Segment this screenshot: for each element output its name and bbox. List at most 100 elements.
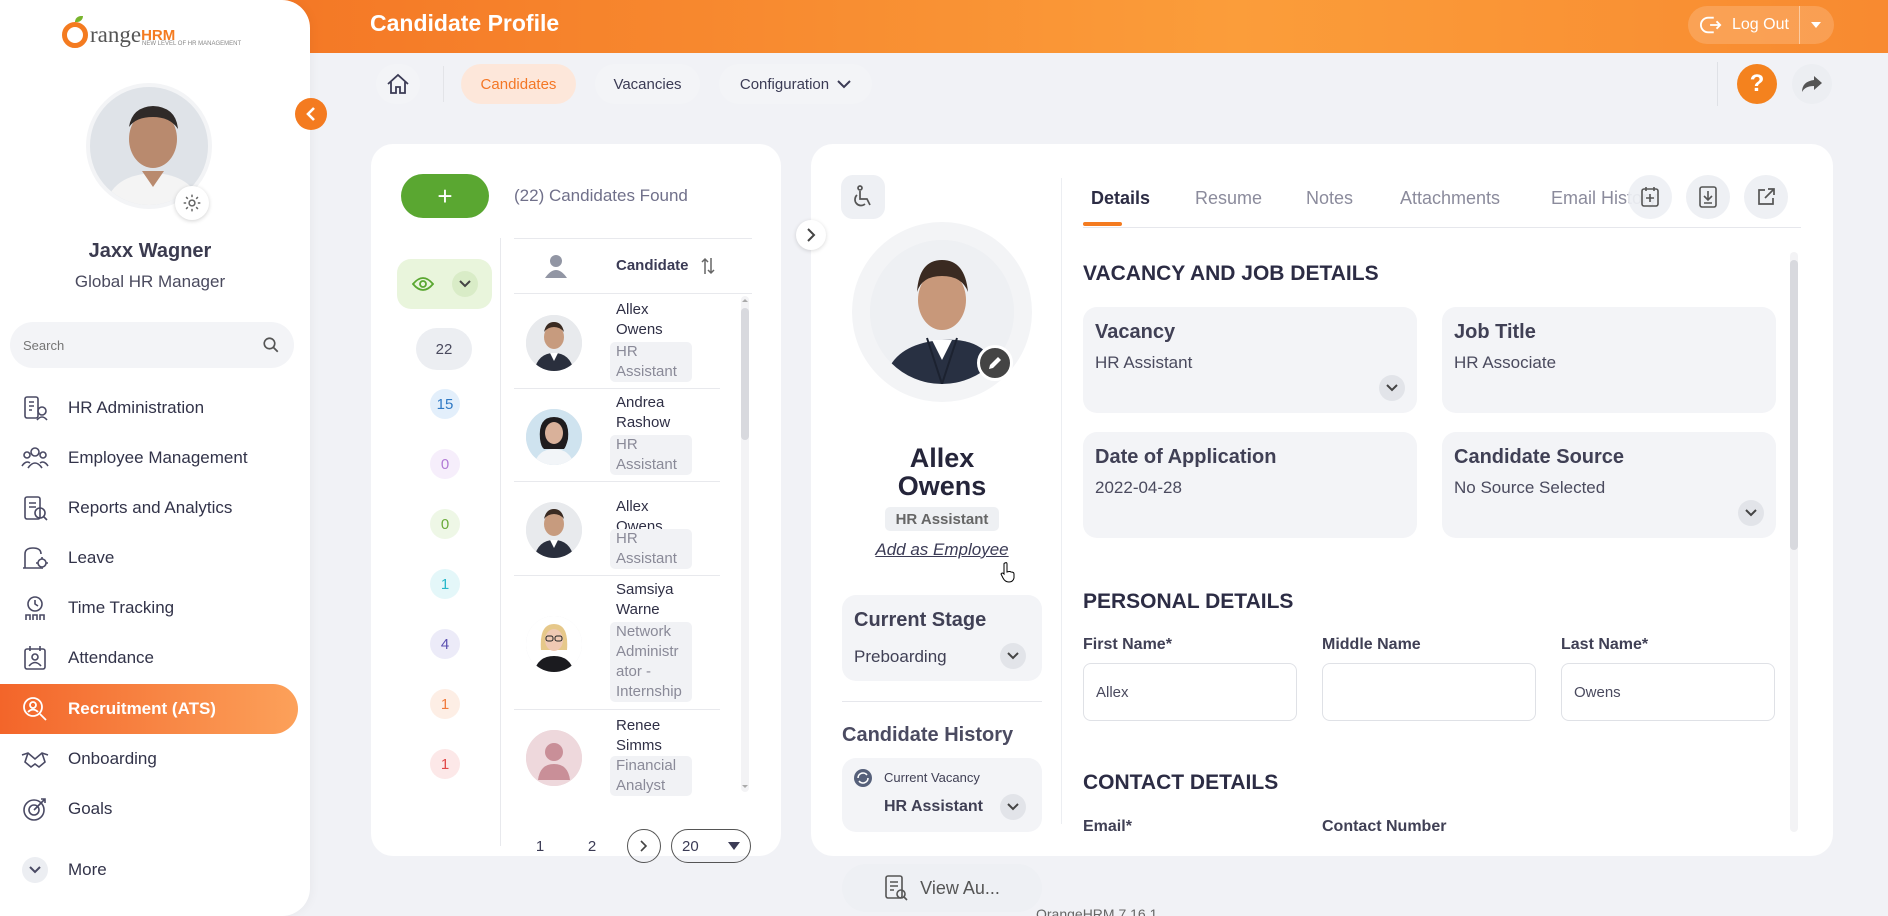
list-item[interactable]: Andrea Rashow HR Assistant: [514, 389, 720, 482]
vacancy-field[interactable]: Vacancy HR Assistant: [1083, 307, 1417, 413]
help-button[interactable]: ?: [1737, 64, 1777, 104]
job-title-field[interactable]: Job Title HR Associate: [1442, 307, 1776, 413]
search-input[interactable]: [23, 337, 243, 353]
count-badge[interactable]: 1: [430, 749, 460, 779]
sidebar-item-label: Recruitment (ATS): [68, 699, 216, 718]
accessibility-button[interactable]: [841, 175, 885, 219]
tab-details[interactable]: Details: [1091, 188, 1150, 209]
sidebar-item-recruitment[interactable]: Recruitment (ATS): [0, 684, 298, 734]
sidebar: range HRM NEW LEVEL OF HR MANAGEMENT Jax…: [0, 0, 310, 916]
per-page-select[interactable]: 20: [671, 829, 751, 863]
next-page-button[interactable]: [627, 829, 661, 863]
scroll-up-icon[interactable]: [741, 297, 749, 303]
page-title: Candidate Profile: [370, 10, 560, 36]
first-name-field[interactable]: Allex: [1083, 663, 1297, 721]
candidate-source-field[interactable]: Candidate Source No Source Selected: [1442, 432, 1776, 538]
chevron-down-icon: [20, 855, 50, 885]
more-label: More: [68, 860, 107, 879]
user-name: Jaxx Wagner: [88, 240, 212, 262]
chevron-down-icon[interactable]: [1000, 794, 1026, 820]
share-icon: [1802, 76, 1822, 92]
date-of-application-field[interactable]: Date of Application 2022-04-28: [1083, 432, 1417, 538]
column-header-candidate[interactable]: Candidate: [616, 257, 689, 274]
tab-vacancies[interactable]: Vacancies: [595, 64, 700, 104]
last-name-field[interactable]: Owens: [1561, 663, 1775, 721]
collapse-sidebar-button[interactable]: [295, 98, 327, 130]
sidebar-item-leave[interactable]: Leave: [0, 533, 298, 583]
chevron-down-icon[interactable]: [1738, 500, 1764, 526]
sidebar-item-attendance[interactable]: Attendance: [0, 633, 298, 683]
tab-candidates[interactable]: Candidates: [461, 64, 576, 104]
page-1-button[interactable]: 1: [523, 829, 557, 863]
profile-settings-button[interactable]: [175, 186, 209, 220]
calendar-doc-icon: [1641, 187, 1659, 207]
logout-icon: [1700, 16, 1722, 34]
tab-attachments[interactable]: Attachments: [1400, 188, 1500, 209]
view-filter[interactable]: [397, 259, 492, 309]
count-badge[interactable]: 0: [430, 449, 460, 479]
chevron-down-icon[interactable]: [1000, 643, 1026, 669]
tab-notes[interactable]: Notes: [1306, 188, 1353, 209]
candidates-found-count: (22) Candidates Found: [514, 186, 688, 205]
page-2-button[interactable]: 2: [575, 829, 609, 863]
add-as-employee-link[interactable]: Add as Employee: [842, 540, 1042, 560]
caret-down-icon[interactable]: [1810, 21, 1822, 29]
chevron-down-icon[interactable]: [1379, 375, 1405, 401]
middle-name-field[interactable]: [1322, 663, 1536, 721]
middle-name-label: Middle Name: [1322, 636, 1421, 653]
share-button[interactable]: [1792, 64, 1832, 104]
chevron-right-icon: [806, 228, 815, 242]
count-badge[interactable]: 1: [430, 689, 460, 719]
count-all[interactable]: 22: [416, 328, 472, 370]
count-badge[interactable]: 0: [430, 509, 460, 539]
download-button[interactable]: [1686, 175, 1730, 219]
sidebar-item-reports-and-analytics[interactable]: Reports and Analytics: [0, 483, 298, 533]
sidebar-item-label: Goals: [68, 799, 113, 818]
sidebar-item-hr-administration[interactable]: HR Administration: [0, 383, 298, 433]
sidebar-item-time-tracking[interactable]: Time Tracking: [0, 583, 298, 633]
expand-list-button[interactable]: [796, 220, 826, 250]
list-item[interactable]: Allex Owens HR Assistant: [514, 296, 720, 389]
history-item[interactable]: Current Vacancy HR Assistant: [842, 758, 1042, 832]
history-item-label: Current Vacancy: [884, 770, 980, 785]
search-icon[interactable]: [262, 336, 280, 354]
tab-resume[interactable]: Resume: [1195, 188, 1262, 209]
list-scrollbar[interactable]: [741, 296, 749, 792]
vacancy-label: Vacancy: [1095, 321, 1176, 343]
history-item-value: HR Assistant: [884, 798, 983, 815]
sidebar-item-onboarding[interactable]: Onboarding: [0, 734, 298, 784]
list-item[interactable]: Samsiya Warne Network Administr ator - Inte…: [514, 576, 720, 710]
candidate-role-tag: HR Assistant: [610, 435, 692, 475]
sidebar-more[interactable]: More: [0, 845, 298, 895]
current-stage-label: Current Stage: [854, 609, 987, 631]
view-audit-button[interactable]: View Au...: [842, 864, 1042, 912]
details-scrollbar[interactable]: [1790, 252, 1798, 832]
section-contact-details: CONTACT DETAILS: [1083, 771, 1279, 794]
sidebar-item-label: Reports and Analytics: [68, 498, 233, 517]
count-badge[interactable]: 4: [430, 629, 460, 659]
current-stage-card[interactable]: Current Stage Preboarding: [842, 595, 1042, 681]
candidate-source-label: Candidate Source: [1454, 446, 1625, 468]
list-item[interactable]: Renee Simms Financial Analyst: [514, 710, 720, 796]
candidate-avatar: [526, 409, 582, 465]
orangehrm-logo[interactable]: range HRM NEW LEVEL OF HR MANAGEMENT: [62, 8, 241, 48]
section-vacancy-job-details: VACANCY AND JOB DETAILS: [1083, 262, 1379, 285]
open-external-button[interactable]: [1744, 175, 1788, 219]
count-badge[interactable]: 1: [430, 569, 460, 599]
per-page-value: 20: [682, 837, 699, 855]
edit-photo-button[interactable]: [977, 345, 1013, 381]
home-button[interactable]: [376, 64, 420, 104]
candidate-last-name: Simms: [616, 737, 662, 754]
sidebar-item-employee-management[interactable]: Employee Management: [0, 433, 298, 483]
sidebar-item-goals[interactable]: Goals: [0, 784, 298, 834]
candidate-last-name-large: Owens: [897, 471, 987, 501]
count-badge[interactable]: 15: [430, 389, 460, 419]
tab-configuration[interactable]: Configuration: [719, 64, 872, 104]
scroll-down-icon[interactable]: [741, 784, 749, 790]
list-item[interactable]: Allex Owens HR Assistant: [514, 482, 720, 576]
add-candidate-button[interactable]: +: [401, 174, 489, 218]
logout-button[interactable]: Log Out: [1688, 6, 1834, 44]
print-button[interactable]: [1628, 175, 1672, 219]
sidebar-item-label: Onboarding: [68, 749, 157, 768]
sort-icon[interactable]: [701, 256, 715, 276]
